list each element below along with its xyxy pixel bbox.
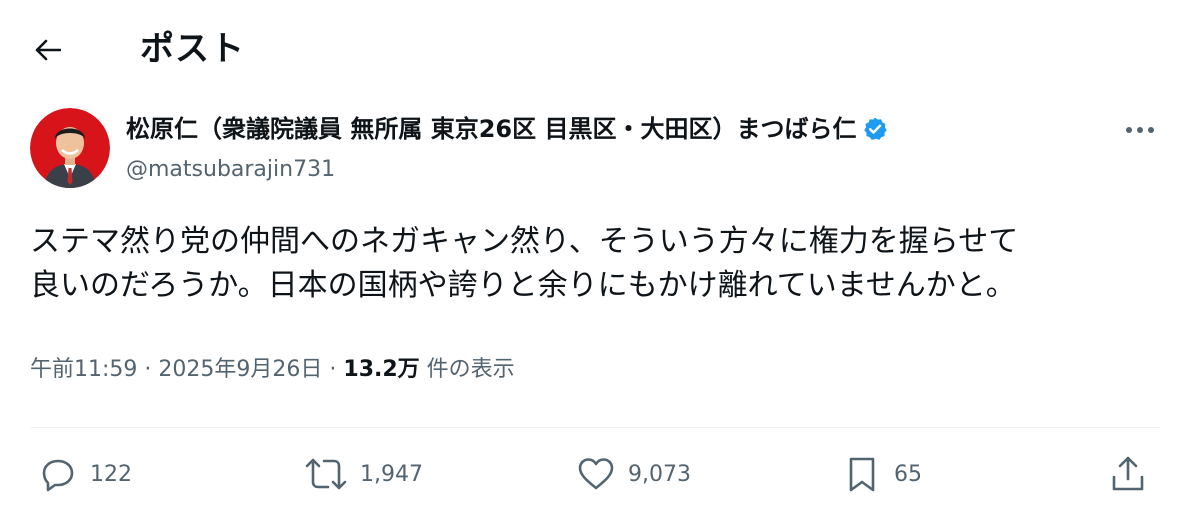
- tweet-meta: 午前11:59 · 2025年9月26日 · 13.2万 件の表示: [30, 352, 515, 388]
- divider: [30, 427, 1160, 428]
- avatar[interactable]: [30, 108, 110, 188]
- reply-icon: [42, 459, 74, 492]
- author-name-text: 松原仁（衆議院議員 無所属 東京26区 目黒区・大田区）まつばら仁: [126, 115, 857, 143]
- share-icon: [1112, 456, 1144, 491]
- post-time[interactable]: 午前11:59: [30, 357, 137, 382]
- retweet-count: 1,947: [360, 461, 423, 487]
- share-button[interactable]: [1106, 450, 1150, 498]
- more-options-button[interactable]: [1118, 112, 1162, 148]
- arrow-left-icon: [35, 39, 61, 61]
- meta-separator: ·: [329, 357, 344, 382]
- bookmark-count: 65: [894, 461, 922, 487]
- back-button[interactable]: [26, 28, 70, 72]
- author-display-name[interactable]: 松原仁（衆議院議員 無所属 東京26区 目黒区・大田区）まつばら仁: [126, 112, 888, 146]
- like-button[interactable]: 9,073: [574, 450, 691, 498]
- reply-button[interactable]: 122: [36, 450, 132, 498]
- verified-badge-icon: [862, 116, 888, 142]
- avatar-image: [30, 108, 110, 188]
- retweet-button[interactable]: 1,947: [302, 450, 423, 498]
- bookmark-icon: [849, 457, 875, 492]
- views-label: 件の表示: [426, 357, 515, 382]
- page-title: ポスト: [140, 29, 245, 69]
- meta-separator: ·: [144, 357, 159, 382]
- tweet-text: ステマ然り党の仲間へのネガキャン然り、そういう方々に権力を握らせて 良いのだろう…: [30, 224, 1019, 303]
- header: ポスト: [0, 0, 1191, 100]
- author-handle[interactable]: @matsubarajin731: [126, 154, 335, 186]
- more-horizontal-icon: [1126, 127, 1154, 133]
- views-count: 13.2万: [343, 357, 420, 382]
- retweet-icon: [305, 458, 347, 490]
- reply-count: 122: [90, 461, 132, 487]
- post-detail-page: ポスト 松原仁（衆議院議員 無所属 東京26区 目黒区・大田区）まつばら仁 @m…: [0, 0, 1191, 515]
- bookmark-button[interactable]: 65: [840, 450, 922, 498]
- heart-icon: [578, 458, 614, 490]
- like-count: 9,073: [628, 461, 691, 487]
- post-date[interactable]: 2025年9月26日: [158, 357, 322, 382]
